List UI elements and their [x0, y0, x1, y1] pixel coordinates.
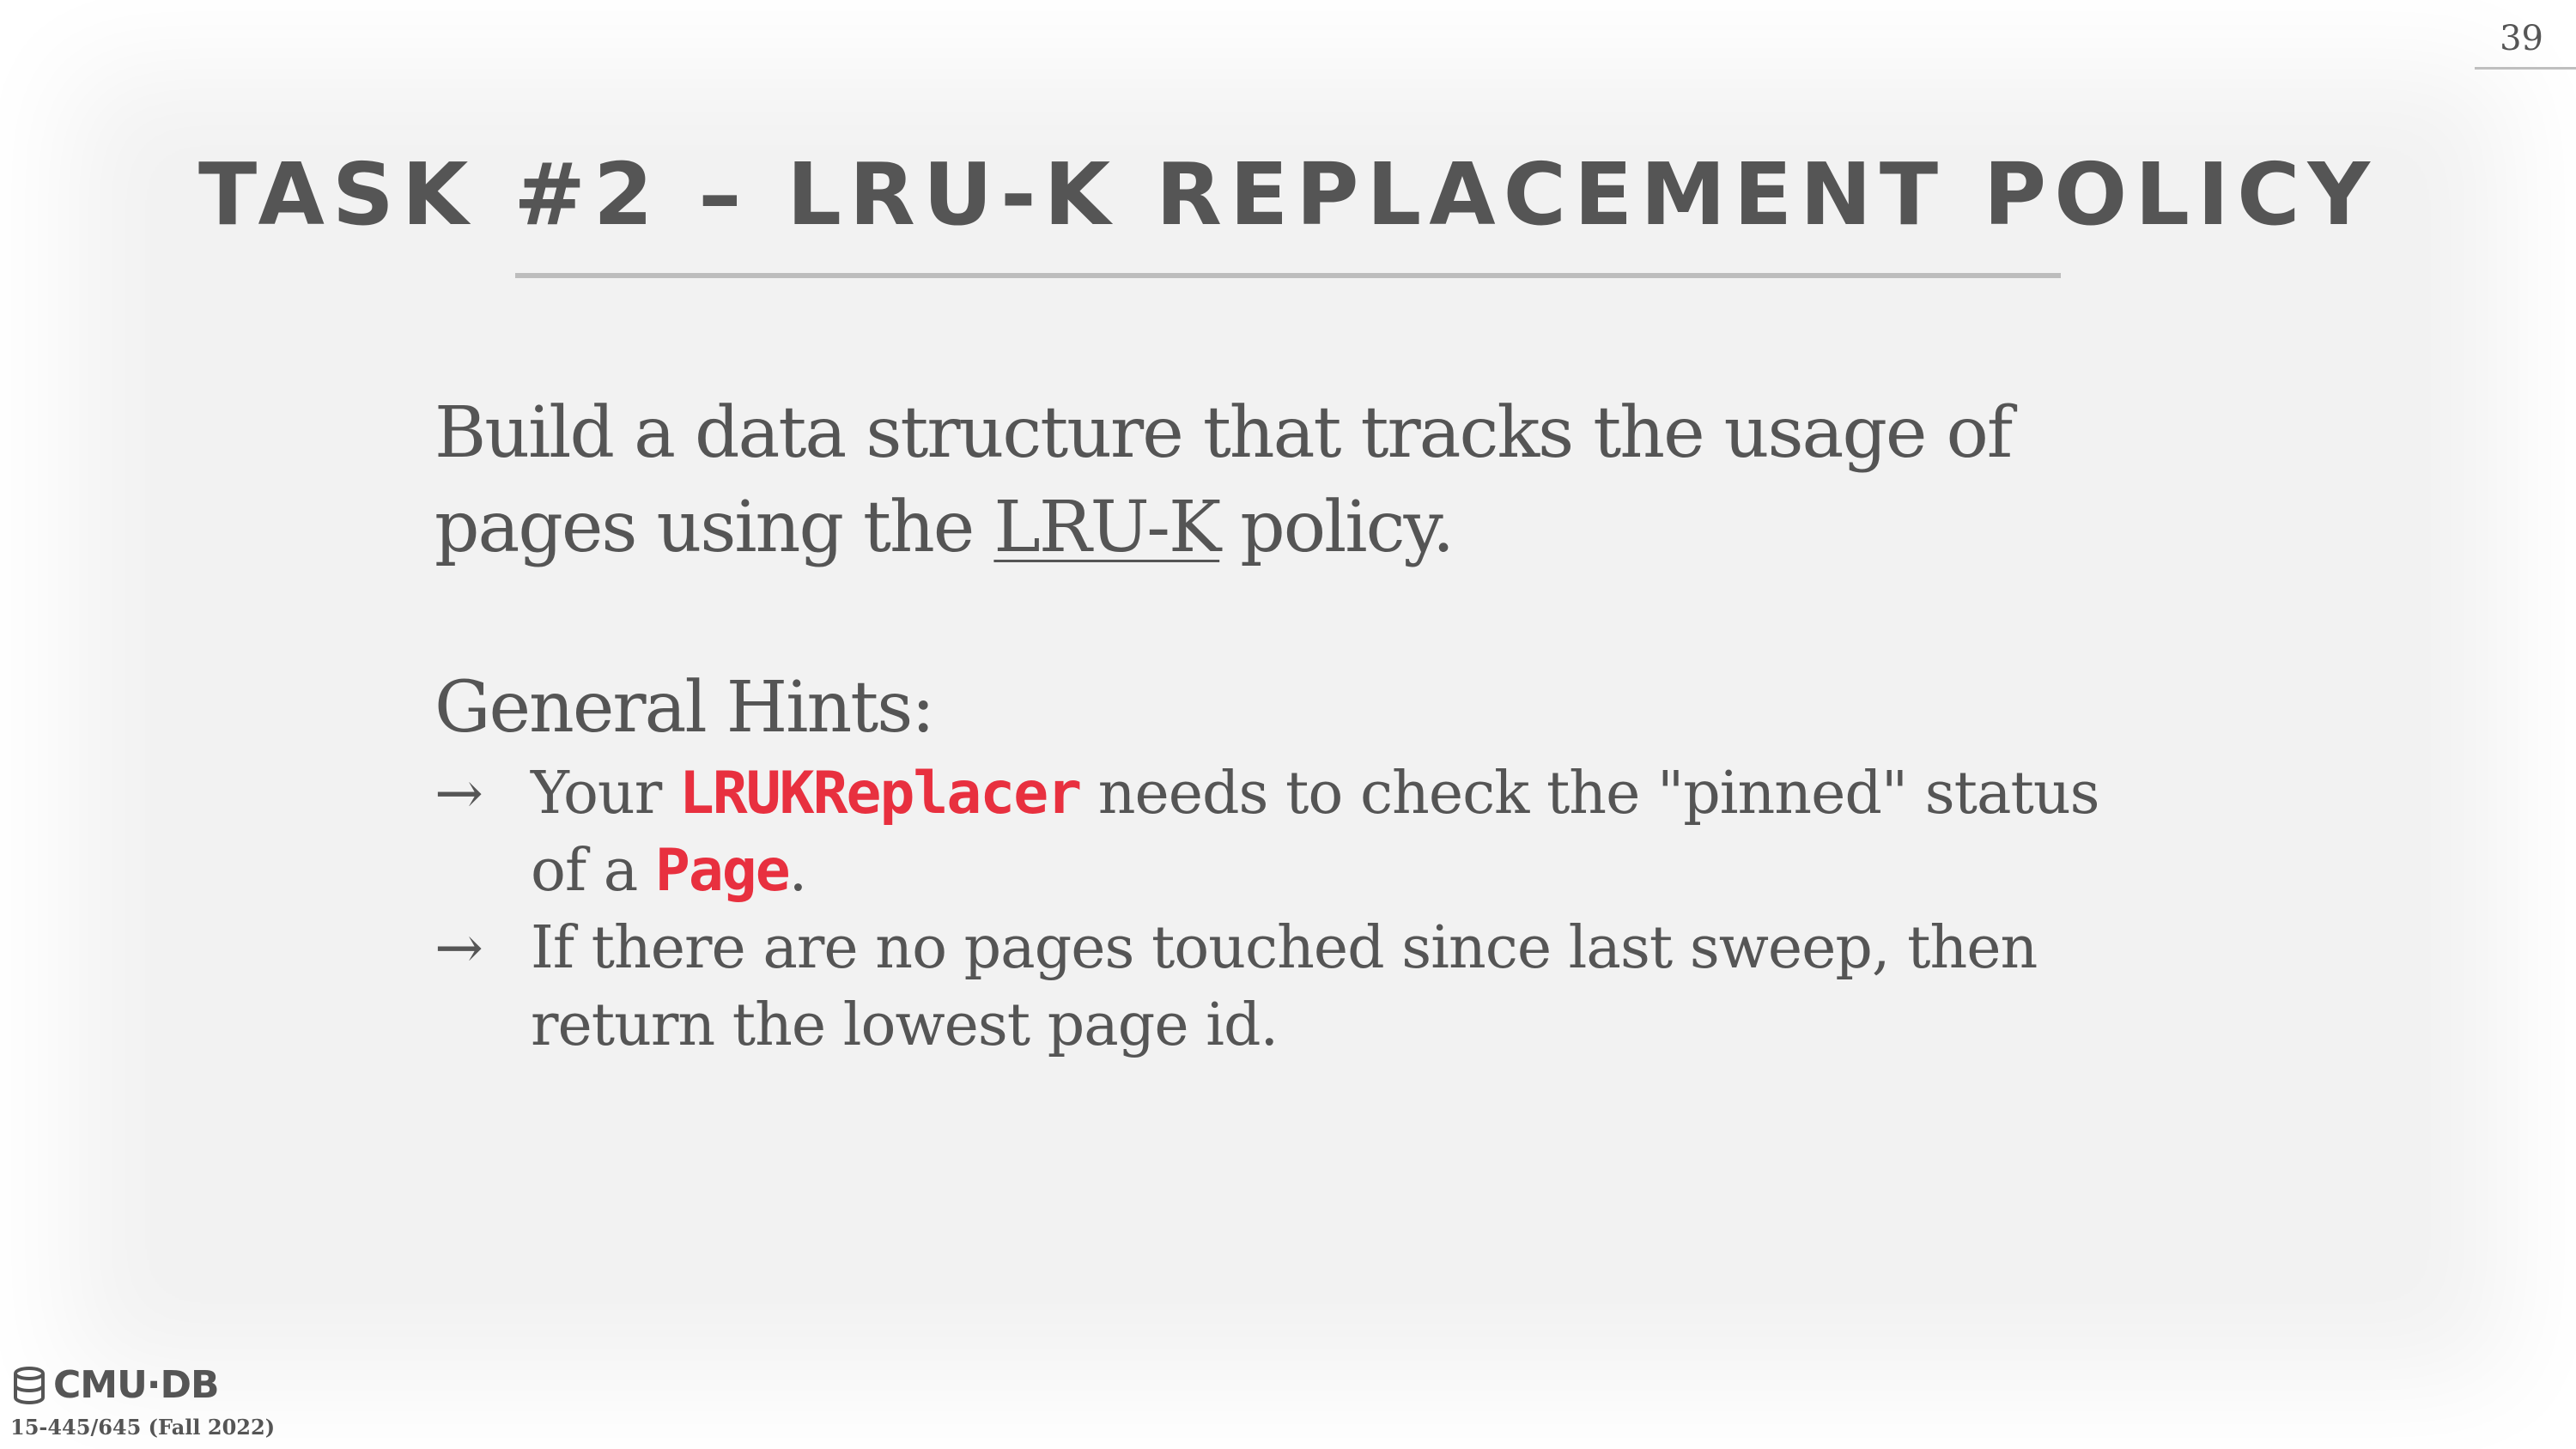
hint-2-text: If there are no pages touched since last…	[531, 914, 2038, 1059]
arrow-icon: →	[434, 914, 483, 982]
intro-paragraph: Build a data structure that tracks the u…	[434, 386, 2152, 575]
slide-content: Build a data structure that tracks the u…	[434, 386, 2152, 1064]
hint-item: → Your LRUKReplacer needs to check the "…	[434, 755, 2152, 910]
code-page: Page	[654, 837, 791, 905]
slide-title: TASK #2 – LRU-K REPLACEMENT POLICY	[198, 144, 2378, 245]
code-lrukreplacer: LRUKReplacer	[678, 760, 1082, 828]
database-icon	[14, 1366, 45, 1404]
cmu-db-logo: CMU·DB	[12, 1363, 220, 1407]
hint-list: → Your LRUKReplacer needs to check the "…	[434, 755, 2152, 1064]
arrow-icon: →	[434, 760, 483, 828]
intro-text-after: policy.	[1219, 487, 1455, 568]
course-label: 15-445/645 (Fall 2022)	[10, 1415, 276, 1440]
hint-1-before: Your	[531, 760, 679, 828]
lru-k-underlined-term: LRU-K	[993, 487, 1221, 568]
hints-heading: General Hints:	[434, 667, 935, 749]
logo-text: CMU·DB	[53, 1363, 220, 1407]
title-underline	[515, 273, 2061, 278]
hint-item: → If there are no pages touched since la…	[434, 910, 2152, 1064]
hint-1-after: .	[788, 837, 808, 905]
page-number-rule	[2475, 67, 2576, 70]
page-number: 39	[2500, 19, 2543, 58]
